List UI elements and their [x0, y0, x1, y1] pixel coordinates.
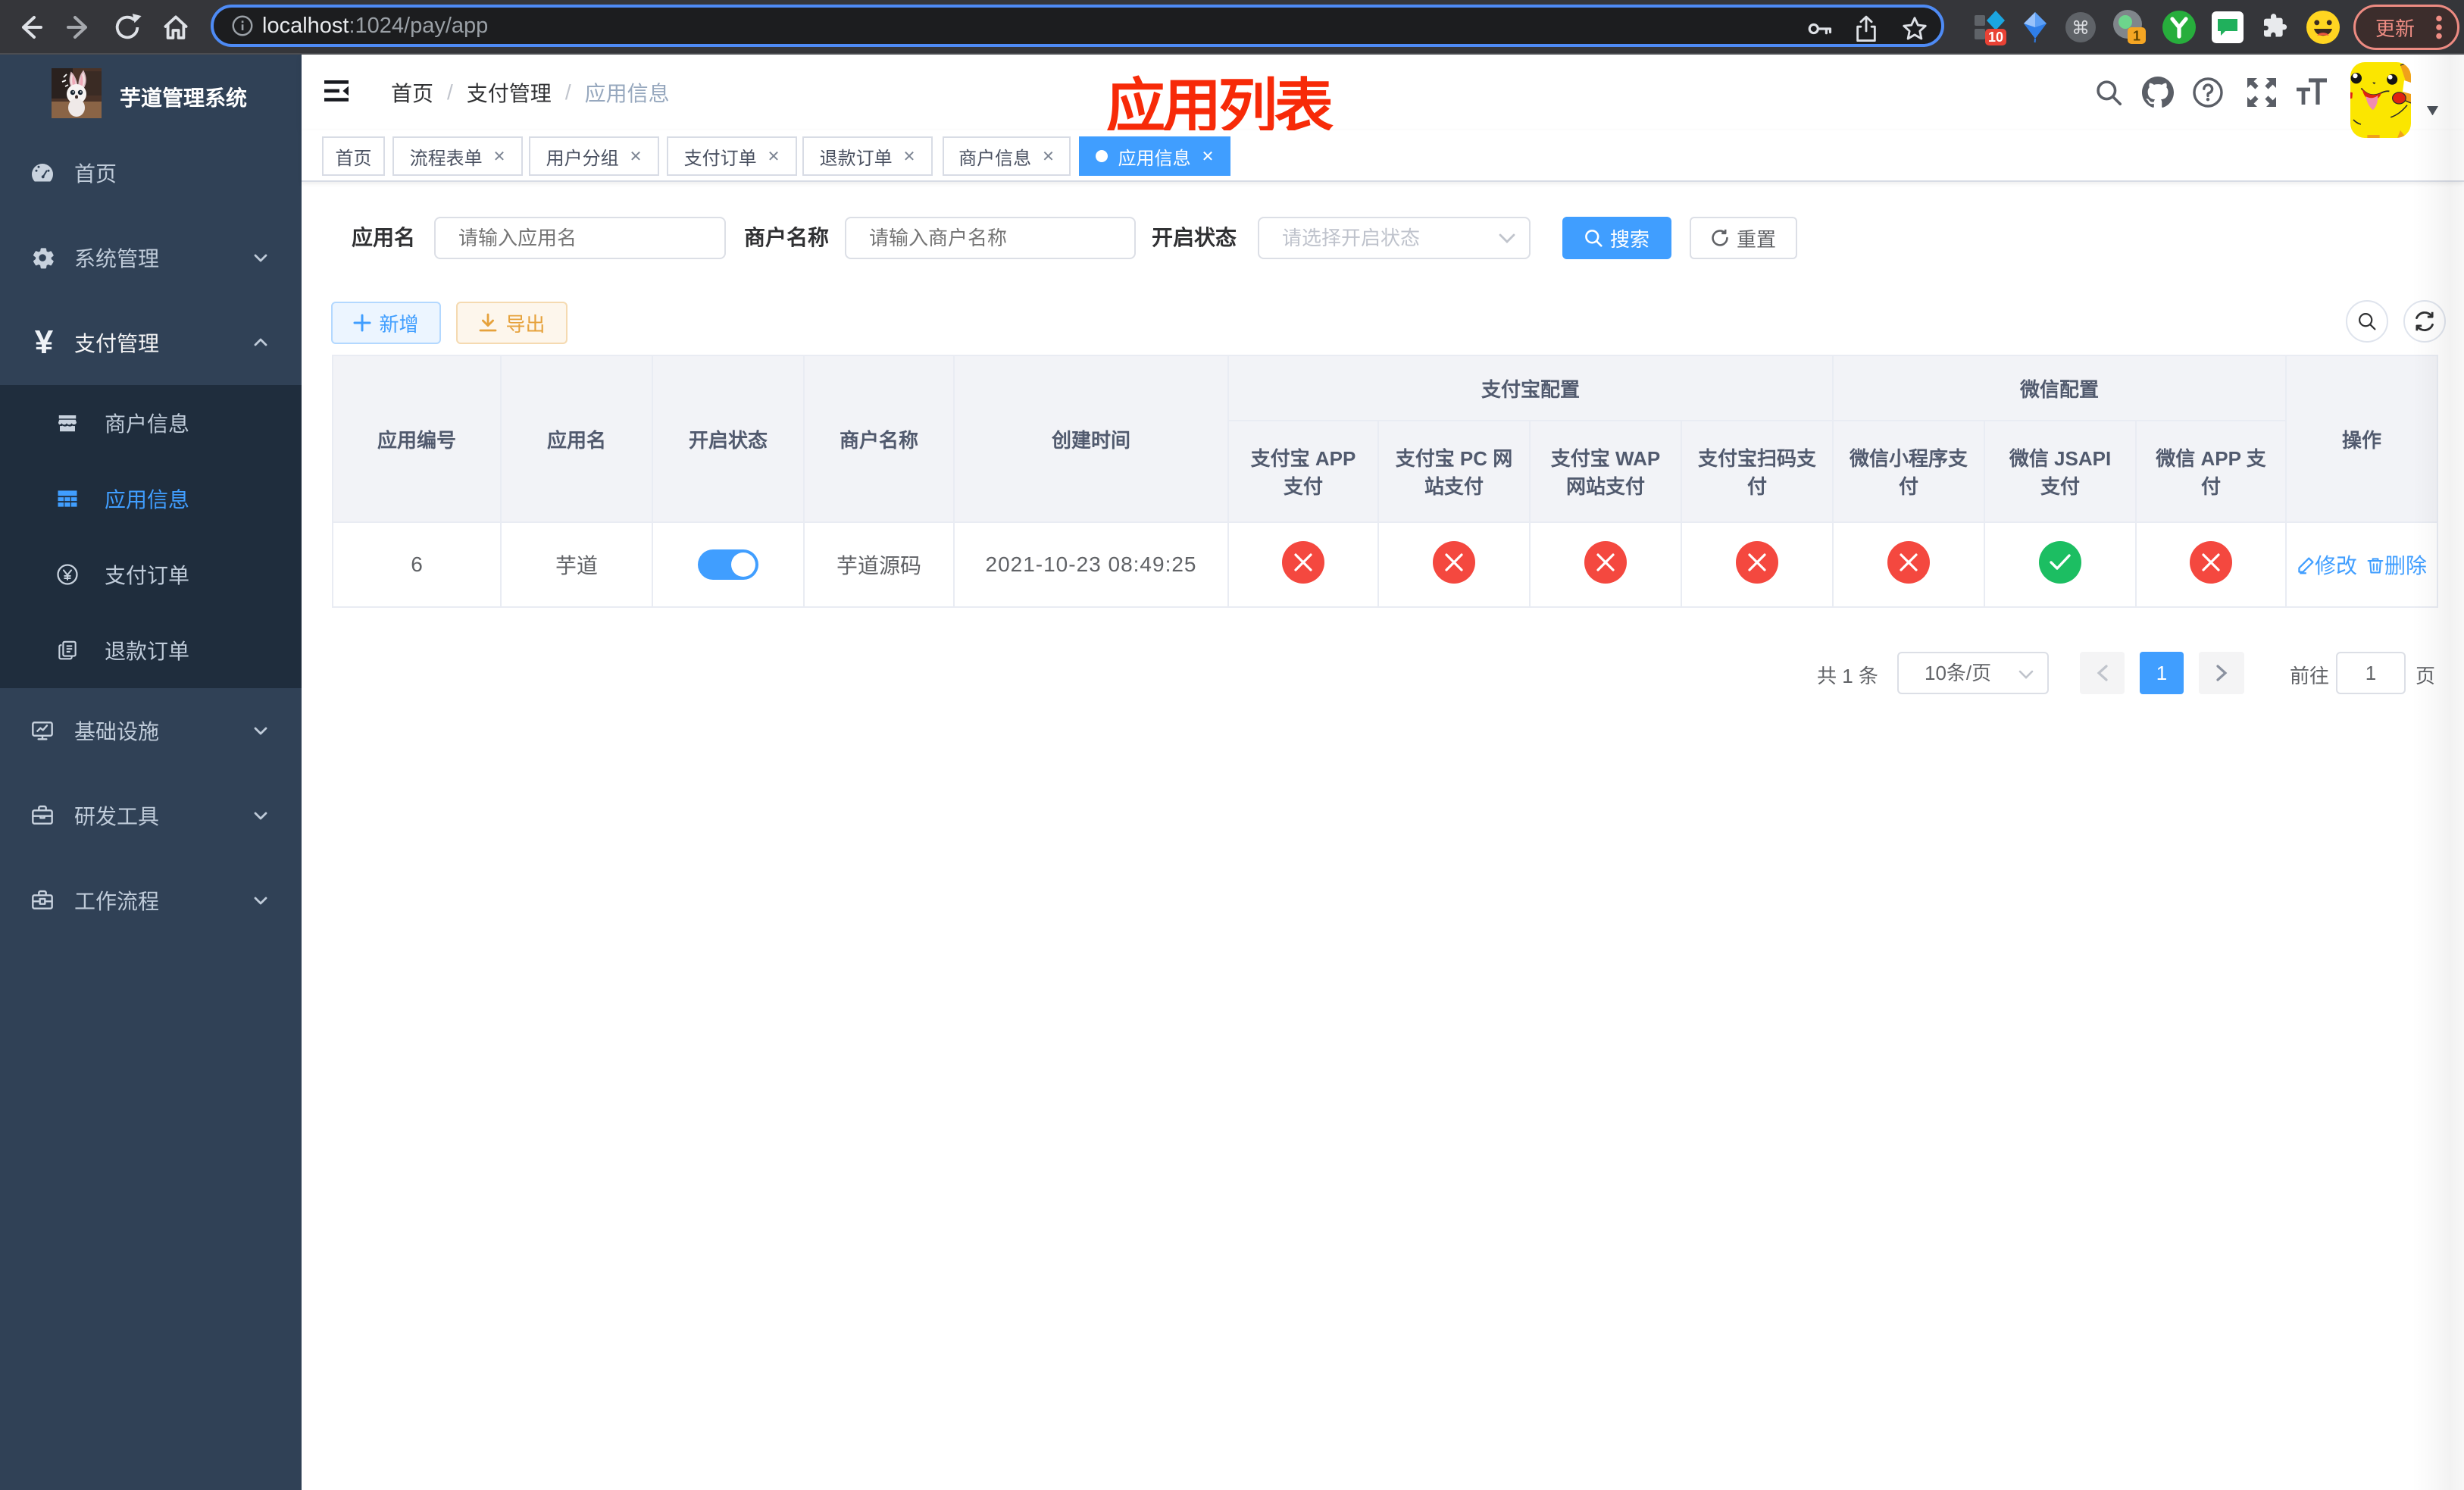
svg-text:10: 10 [1988, 30, 2003, 45]
svg-text:⌘: ⌘ [2072, 18, 2090, 39]
svg-text:1: 1 [2133, 29, 2140, 44]
